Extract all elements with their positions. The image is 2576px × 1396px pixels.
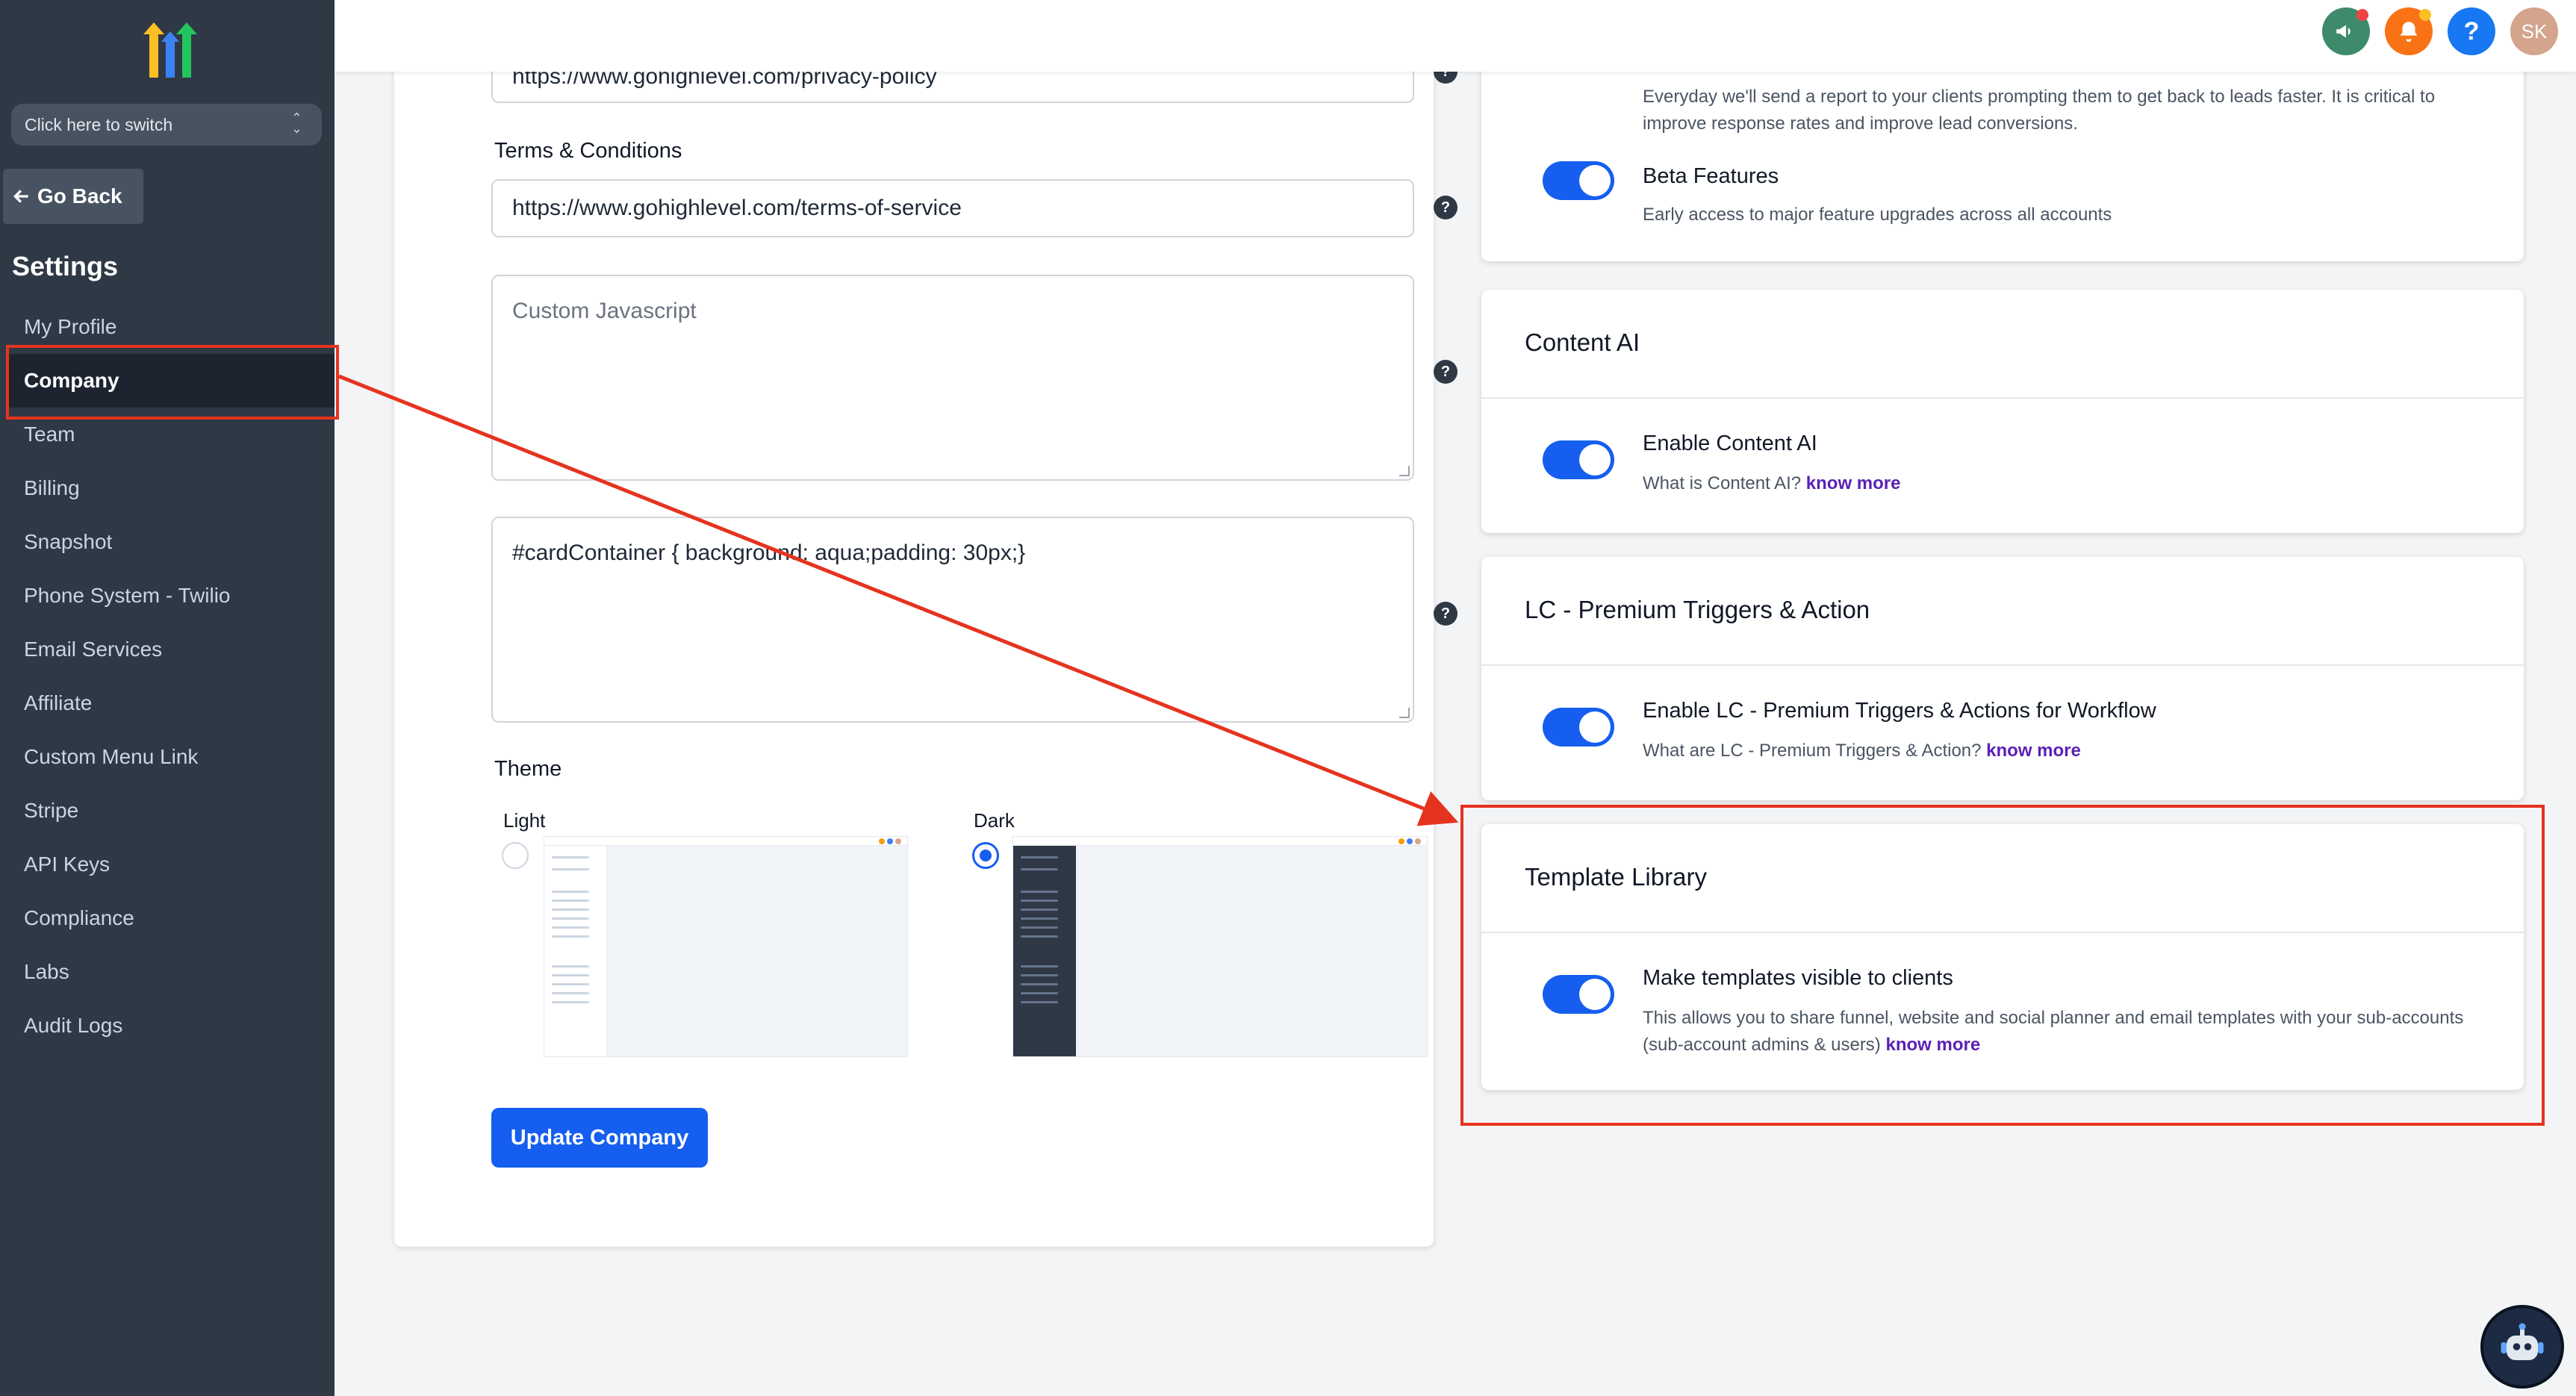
lc-premium-toggle[interactable] [1543, 708, 1614, 747]
theme-dark-radio[interactable] [972, 842, 999, 869]
template-library-card: Template Library Make templates visible … [1481, 824, 2524, 1090]
content-ai-toggle[interactable] [1543, 440, 1614, 479]
resize-handle-icon[interactable] [1399, 708, 1410, 718]
sidebar-item-compliance[interactable]: Compliance [9, 891, 335, 945]
content-ai-option-title: Enable Content AI [1643, 431, 1817, 455]
terms-input[interactable]: https://www.gohighlevel.com/terms-of-ser… [491, 179, 1414, 237]
theme-light-radio[interactable] [502, 842, 529, 869]
sidebar-item-custom-menu-link[interactable]: Custom Menu Link [9, 730, 335, 784]
main-content: https://www.gohighlevel.com/privacy-poli… [335, 0, 2576, 1396]
resize-handle-icon[interactable] [1399, 466, 1410, 476]
notification-dot [2419, 9, 2431, 21]
terms-value: https://www.gohighlevel.com/terms-of-ser… [512, 196, 962, 220]
sidebar-item-phone-system[interactable]: Phone System - Twilio [9, 569, 335, 623]
app-logo[interactable] [133, 21, 200, 81]
chatbot-icon[interactable] [2480, 1305, 2564, 1389]
custom-css-value: #cardContainer { background: aqua;paddin… [512, 540, 1026, 565]
beta-features-title: Beta Features [1643, 164, 1779, 188]
custom-javascript-placeholder: Custom Javascript [512, 299, 697, 323]
top-bar: ? SK [335, 0, 2576, 72]
template-library-option-title: Make templates visible to clients [1643, 966, 1953, 990]
help-icon[interactable]: ? [1434, 196, 1457, 219]
sidebar-item-labs[interactable]: Labs [9, 945, 335, 999]
sidebar-item-email-services[interactable]: Email Services [9, 623, 335, 676]
megaphone-icon[interactable] [2322, 7, 2370, 55]
template-library-toggle[interactable] [1543, 975, 1614, 1014]
bell-icon[interactable] [2385, 7, 2433, 55]
company-form-card: https://www.gohighlevel.com/privacy-poli… [394, 30, 1457, 1247]
sidebar-item-team[interactable]: Team [9, 408, 335, 461]
sidebar-item-company[interactable]: Company [9, 354, 335, 408]
sidebar: Click here to switch ⌃ ⌄ Go Back Settings… [0, 0, 335, 1396]
beta-features-description: Early access to major feature upgrades a… [1643, 205, 2112, 225]
help-icon[interactable]: ? [1434, 602, 1457, 626]
theme-light-label: Light [503, 809, 546, 832]
sidebar-item-api-keys[interactable]: API Keys [9, 838, 335, 891]
beta-features-toggle[interactable] [1543, 161, 1614, 200]
template-library-know-more-link[interactable]: know more [1885, 1035, 1980, 1055]
theme-light-preview[interactable] [544, 836, 908, 1057]
custom-css-textarea[interactable]: #cardContainer { background: aqua;paddin… [491, 517, 1414, 723]
template-library-description: This allows you to share funnel, website… [1643, 1008, 2464, 1055]
help-icon[interactable]: ? [1434, 360, 1457, 384]
sidebar-item-billing[interactable]: Billing [9, 461, 335, 515]
help-icon[interactable]: ? [2448, 7, 2495, 55]
content-ai-know-more-link[interactable]: know more [1806, 473, 1901, 493]
chevron-up-down-icon: ⌃ ⌄ [290, 110, 302, 136]
account-switcher-label: Click here to switch [25, 114, 173, 134]
lc-premium-option-title: Enable LC - Premium Triggers & Actions f… [1643, 699, 2156, 723]
lc-premium-know-more-link[interactable]: know more [1986, 741, 2081, 761]
account-switcher[interactable]: Click here to switch ⌃ ⌄ [11, 104, 322, 146]
sidebar-item-audit-logs[interactable]: Audit Logs [9, 999, 335, 1053]
theme-dark-preview[interactable] [1012, 836, 1428, 1057]
settings-nav: My Profile Company Team Billing Snapshot… [9, 300, 335, 1053]
content-ai-card: Content AI Enable Content AI What is Con… [1481, 290, 2524, 533]
template-library-title: Template Library [1525, 863, 1707, 891]
terms-label: Terms & Conditions [494, 139, 682, 163]
arrow-left-icon [13, 190, 28, 203]
reports-description: Everyday we'll send a report to your cli… [1643, 87, 2436, 134]
sidebar-item-affiliate[interactable]: Affiliate [9, 676, 335, 730]
avatar[interactable]: SK [2510, 7, 2558, 55]
content-ai-title: Content AI [1525, 328, 1640, 356]
theme-label: Theme [494, 757, 562, 781]
custom-javascript-textarea[interactable]: Custom Javascript [491, 275, 1414, 481]
content-ai-description: What is Content AI? know more [1643, 473, 1901, 493]
notification-dot [2356, 9, 2368, 21]
update-company-button[interactable]: Update Company [491, 1108, 708, 1168]
go-back-label: Go Back [37, 184, 122, 208]
settings-heading: Settings [12, 251, 119, 281]
sidebar-item-stripe[interactable]: Stripe [9, 784, 335, 838]
theme-dark-label: Dark [974, 809, 1015, 832]
go-back-button[interactable]: Go Back [3, 169, 143, 224]
lc-premium-description: What are LC - Premium Triggers & Action?… [1643, 741, 2081, 761]
sidebar-item-snapshot[interactable]: Snapshot [9, 515, 335, 569]
lc-premium-title: LC - Premium Triggers & Action [1525, 596, 1870, 623]
sidebar-item-my-profile[interactable]: My Profile [9, 300, 335, 354]
lc-premium-card: LC - Premium Triggers & Action Enable LC… [1481, 557, 2524, 800]
